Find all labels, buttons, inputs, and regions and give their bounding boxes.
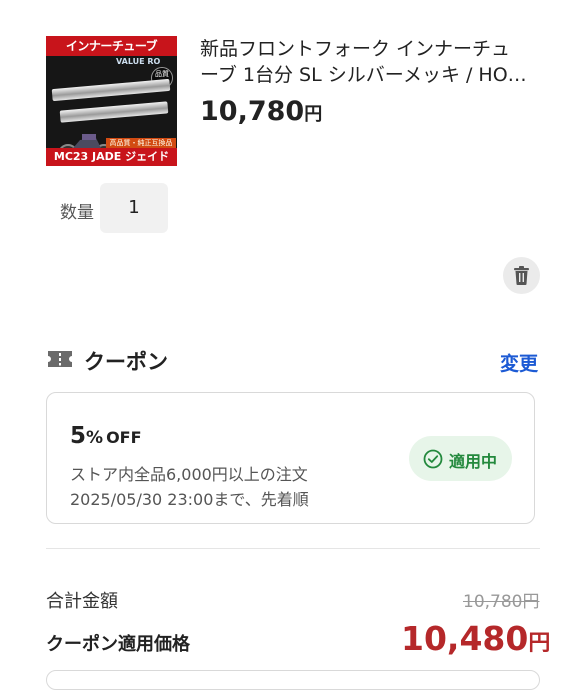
coupon-deadline: 2025/05/30 23:00まで、先着順 (70, 490, 309, 509)
coupon-applied-badge: 適用中 (409, 436, 512, 481)
trash-icon (514, 266, 529, 285)
coupon-status-label: 適用中 (449, 452, 498, 471)
fork-tube-graphic (59, 101, 169, 123)
image-brand-text: VALUE RO (116, 57, 161, 66)
discount-off: OFF (106, 428, 142, 447)
product-title-line: ーブ 1台分 SL シルバーメッキ / HO… (200, 64, 527, 86)
product-price-unit: 円 (304, 104, 323, 125)
check-circle-icon (423, 449, 443, 469)
product-price-value: 10,780 (200, 96, 305, 127)
image-subtag-text: 高品質・純正互換品 (106, 138, 176, 148)
image-banner-text: インナーチューブ (46, 36, 177, 56)
next-section-card (46, 670, 540, 690)
coupon-section-title: クーポン (84, 350, 168, 374)
coupon-condition: ストア内全品6,000円以上の注文 (70, 465, 308, 484)
image-bottom-text: MC23 JADE ジェイド (46, 148, 177, 166)
coupon-price-label: クーポン適用価格 (46, 634, 190, 655)
quantity-label: 数量 (60, 203, 94, 223)
coupon-price-value: 10,480 (401, 619, 529, 658)
total-label: 合計金額 (46, 591, 118, 612)
product-image[interactable]: インナーチューブ VALUE RO 品質保証 高品質・純正互換品 MC23 JA… (46, 36, 177, 166)
discount-number: 5 (70, 423, 87, 449)
ticket-icon (48, 351, 72, 367)
discount-percent: % (86, 428, 104, 448)
quantity-selector[interactable]: 1 (100, 183, 168, 233)
divider (46, 548, 540, 549)
product-title[interactable]: 新品フロントフォーク インナーチュ ーブ 1台分 SL シルバーメッキ / HO… (200, 36, 540, 88)
coupon-price: 10,480円 (401, 619, 550, 658)
change-coupon-link[interactable]: 変更 (500, 349, 538, 376)
delete-item-button[interactable] (503, 257, 540, 294)
coupon-discount: 5% OFF (70, 423, 142, 449)
coupon-price-unit: 円 (528, 631, 551, 656)
total-original-price: 10,780円 (463, 592, 540, 612)
fork-tube-graphic (51, 78, 171, 102)
product-price: 10,780円 (200, 96, 322, 127)
product-title-line: 新品フロントフォーク インナーチュ (200, 38, 511, 60)
